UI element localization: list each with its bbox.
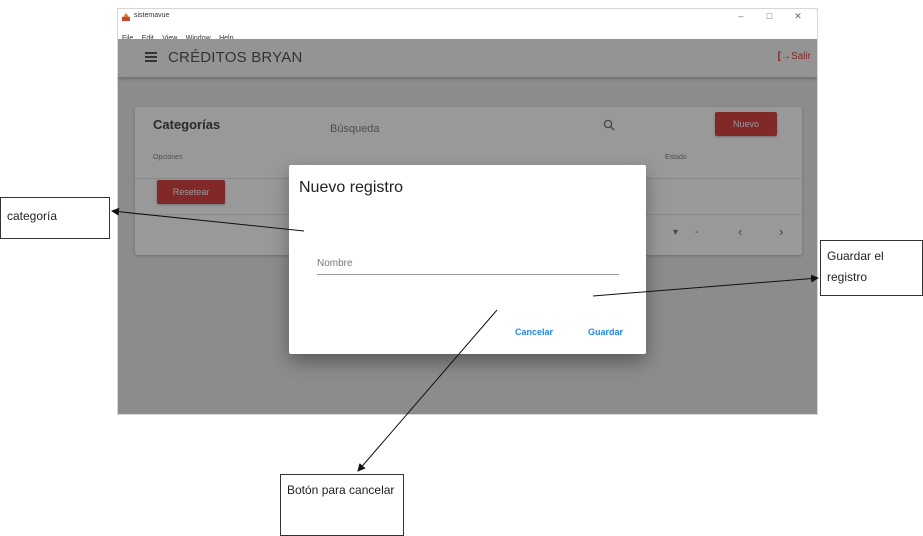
arrow-to-cancel [357, 309, 498, 472]
annotation-arrows [111, 207, 819, 472]
arrow-to-category [111, 207, 305, 232]
arrow-to-save [592, 274, 819, 297]
